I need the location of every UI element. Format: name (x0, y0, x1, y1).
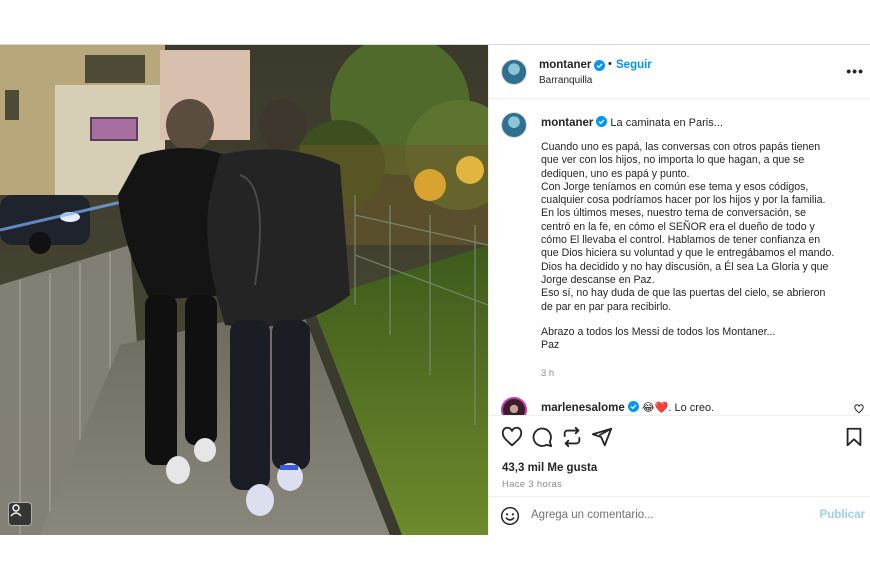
post-age[interactable]: Hace 3 horas (502, 479, 562, 490)
instagram-post: montaner • Seguir Barranquilla ••• monta… (0, 44, 870, 535)
caption-time[interactable]: 3 h (541, 368, 554, 379)
caption-title: La caminata en Paris... (610, 117, 723, 129)
comment-input[interactable] (531, 504, 801, 526)
comment-username[interactable]: marlenesalome (541, 402, 625, 414)
caption-username[interactable]: montaner (541, 117, 593, 129)
caption-paragraph: Abrazo a todos los Messi de todos los Mo… (541, 325, 776, 352)
likes-count[interactable]: 43,3 mil Me gusta (502, 462, 597, 474)
caption-paragraph: Cuando uno es papá, las conversas con ot… (541, 141, 835, 313)
separator-dot: • (608, 58, 612, 70)
comment-heart-icon[interactable] (854, 404, 864, 414)
photo-illustration (0, 45, 488, 535)
bookmark-icon[interactable] (843, 426, 865, 448)
action-bar: 43,3 mil Me gusta Hace 3 horas Publicar (489, 415, 870, 533)
caption-avatar[interactable] (501, 112, 527, 138)
verified-badge-icon (627, 401, 639, 412)
header-username[interactable]: montaner (539, 59, 591, 71)
avatar[interactable] (501, 59, 527, 85)
follow-button[interactable]: Seguir (616, 59, 652, 71)
send-icon[interactable] (591, 426, 613, 448)
comment-text: 😂❤️. Lo creo. (641, 402, 715, 414)
caption-header: montaner La caminata en Paris... (541, 113, 723, 131)
verified-badge-icon (594, 60, 605, 71)
comment: marlenesalome 😂❤️. Lo creo. (541, 401, 714, 414)
share-icon[interactable] (561, 426, 583, 448)
emoji-icon[interactable] (500, 506, 520, 526)
post-header: montaner • Seguir Barranquilla ••• (489, 45, 870, 99)
add-comment-bar: Publicar (489, 496, 870, 534)
heart-icon[interactable] (501, 426, 523, 448)
post-photo[interactable] (0, 45, 488, 535)
comment-icon[interactable] (531, 426, 553, 448)
post-sidebar: montaner • Seguir Barranquilla ••• monta… (488, 45, 870, 535)
tag-user-icon[interactable] (8, 502, 32, 526)
caption-text: Cuando uno es papá, las conversas con ot… (541, 141, 841, 352)
publish-button[interactable]: Publicar (820, 509, 865, 521)
location-link[interactable]: Barranquilla (539, 75, 592, 86)
more-options-icon[interactable]: ••• (846, 63, 864, 79)
verified-badge-icon (596, 116, 608, 127)
